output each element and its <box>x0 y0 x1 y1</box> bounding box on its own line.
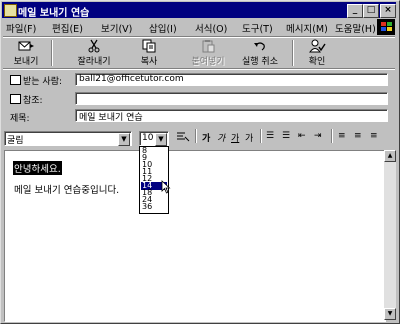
menu-insert[interactable]: 삽입(I) <box>149 21 177 35</box>
cc-field[interactable] <box>75 92 388 105</box>
mouse-cursor-icon <box>161 180 171 194</box>
format-separator <box>331 129 333 143</box>
copy-button[interactable]: 복사 <box>130 38 168 68</box>
close-button[interactable]: × <box>380 4 396 18</box>
menu-format[interactable]: 서식(O) <box>195 21 227 35</box>
vertical-scrollbar[interactable]: ▲ ▼ <box>384 150 396 320</box>
send-label: 보내기 <box>13 57 39 67</box>
formatting-bar: 굴림 ▼ 10 ▼ 가 가 가 가 ☰ ☰ ⇤ ⇥ ≡ ≡ ≡ <box>4 128 394 146</box>
undo-button[interactable]: 실행 취소 <box>236 38 284 68</box>
title-bar[interactable]: 메일 보내기 연습 _ □ × <box>2 2 396 19</box>
undo-label: 실행 취소 <box>242 57 278 67</box>
toolbar-separator <box>292 40 294 66</box>
window-title: 메일 보내기 연습 <box>18 8 90 19</box>
message-icon <box>4 4 17 17</box>
copy-label: 복사 <box>140 57 158 67</box>
menu-tools[interactable]: 도구(T) <box>242 21 273 35</box>
copy-icon <box>140 39 158 53</box>
style-icon[interactable] <box>176 131 190 146</box>
bold-button[interactable]: 가 <box>202 131 210 144</box>
cc-label[interactable]: 참조: <box>23 93 43 106</box>
menu-edit[interactable]: 편집(E) <box>52 21 83 35</box>
body-line-2: 메일 보내기 연습중입니다. <box>14 185 120 196</box>
send-button[interactable]: 보내기 <box>8 38 44 68</box>
font-select[interactable]: 굴림 ▼ <box>4 131 132 146</box>
address-book-icon[interactable] <box>10 75 21 85</box>
font-size-select[interactable]: 10 ▼ <box>139 131 169 146</box>
align-right-icon[interactable]: ≡ <box>370 131 378 141</box>
address-book-icon[interactable] <box>10 94 21 104</box>
scissors-icon <box>85 39 103 53</box>
undo-icon <box>251 39 269 53</box>
to-field[interactable]: ball21@officetutor.com <box>75 73 388 86</box>
underline-button[interactable]: 가 <box>231 131 239 144</box>
to-label[interactable]: 받는 사람: <box>23 74 62 87</box>
scroll-up-icon[interactable]: ▲ <box>384 150 396 162</box>
menu-view[interactable]: 보기(V) <box>101 21 132 35</box>
bullet-list-icon[interactable]: ☰ <box>282 131 290 141</box>
italic-button[interactable]: 가 <box>217 131 225 144</box>
toolbar-separator-bottom <box>3 68 395 70</box>
send-mail-icon <box>17 39 35 53</box>
toolbar-separator <box>51 40 53 66</box>
menu-file[interactable]: 파일(F) <box>6 21 36 35</box>
cut-button[interactable]: 잘라내기 <box>72 38 116 68</box>
format-separator <box>195 129 197 143</box>
font-size-value: 10 <box>142 133 154 143</box>
chevron-down-icon[interactable]: ▼ <box>118 133 130 146</box>
to-value: ball21@officetutor.com <box>79 74 184 84</box>
minimize-button[interactable]: _ <box>347 4 363 18</box>
maximize-button[interactable]: □ <box>363 4 379 18</box>
menu-message[interactable]: 메시지(M) <box>286 21 328 35</box>
format-separator <box>260 129 262 143</box>
message-body[interactable]: 안녕하세요. 메일 보내기 연습중입니다. <box>4 150 386 322</box>
check-names-label: 확인 <box>308 57 326 67</box>
subject-label: 제목: <box>10 114 30 124</box>
paste-button[interactable]: 붙여넣기 <box>185 38 231 68</box>
scroll-down-icon[interactable]: ▼ <box>384 308 396 320</box>
numbered-list-icon[interactable]: ☰ <box>266 131 274 141</box>
align-center-icon[interactable]: ≡ <box>354 131 362 141</box>
paste-label: 붙여넣기 <box>191 57 225 67</box>
subject-field[interactable]: 메일 보내기 연습 <box>75 109 388 123</box>
check-names-icon <box>308 39 326 53</box>
body-line-1: 안녕하세요. <box>13 161 62 175</box>
increase-indent-icon[interactable]: ⇥ <box>314 131 322 141</box>
message-header: 받는 사람: ball21@officetutor.com 참조: 제목: 메일… <box>0 72 400 126</box>
size-option[interactable]: 36 <box>141 203 167 211</box>
menu-help[interactable]: 도움말(H) <box>335 21 376 35</box>
align-left-icon[interactable]: ≡ <box>338 131 346 141</box>
paste-icon <box>199 39 217 53</box>
font-color-button[interactable]: 가 <box>245 131 253 144</box>
cut-label: 잘라내기 <box>77 57 111 67</box>
chevron-down-icon[interactable]: ▼ <box>155 133 167 146</box>
font-value: 굴림 <box>7 136 24 146</box>
decrease-indent-icon[interactable]: ⇤ <box>298 131 306 141</box>
menu-bar: 파일(F) 편집(E) 보기(V) 삽입(I) 서식(O) 도구(T) 메시지(… <box>2 19 396 36</box>
check-names-button[interactable]: 확인 <box>303 38 331 68</box>
windows-logo-icon <box>377 19 395 35</box>
toolbar: 보내기 잘라내기 복사 붙여넣기 실행 취소 확인 <box>4 38 394 68</box>
subject-value: 메일 보내기 연습 <box>79 113 143 123</box>
